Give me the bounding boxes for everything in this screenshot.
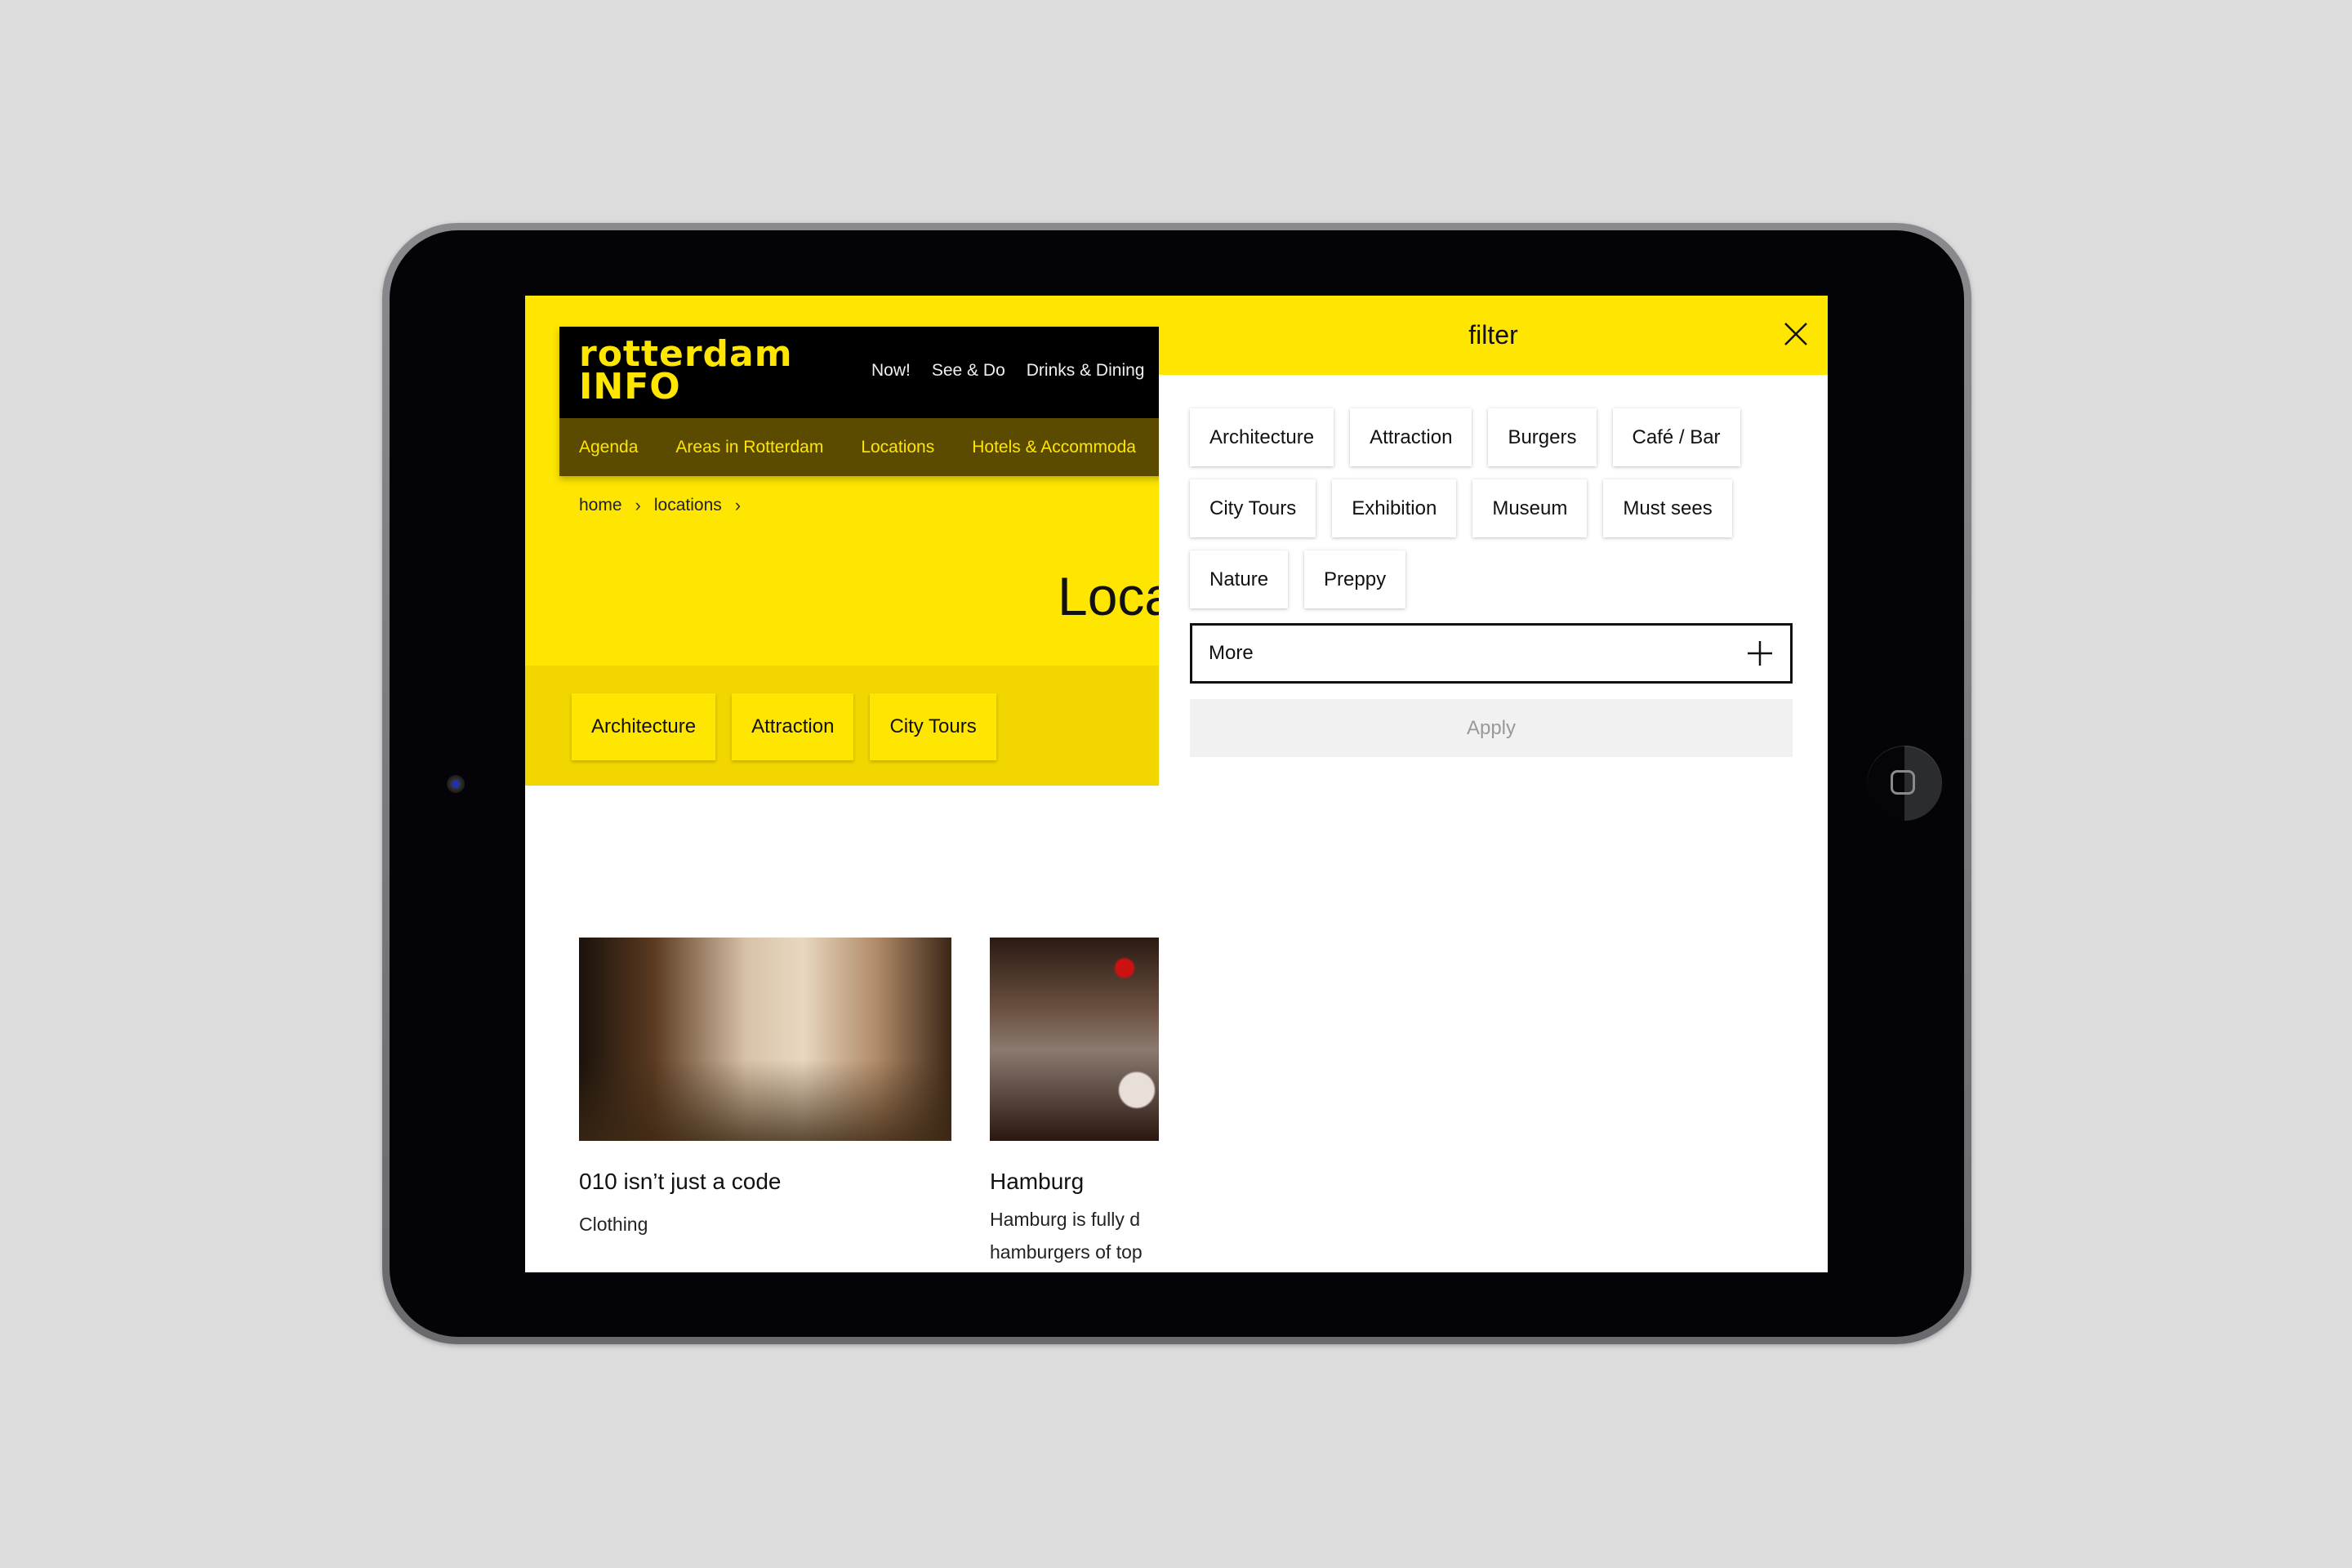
filter-chip-architecture[interactable]: Architecture [1190,408,1334,466]
burger-restaurant-photo[interactable] [990,938,1159,1141]
more-label: More [1209,642,1254,664]
location-card[interactable]: 010 isn’t just a code Clothing [579,938,951,1241]
website: rotterdam INFO Now! See & Do Drinks & Di… [525,296,1159,1272]
filter-chip-attraction[interactable]: Attraction [1350,408,1472,466]
chevron-right-icon: › [635,495,641,515]
filter-chip-city-tours[interactable]: City Tours [1190,479,1316,537]
breadcrumb: home › locations › [579,495,741,516]
card-description-line: Hamburg is fully d [990,1209,1141,1230]
filter-chip-cafe-bar[interactable]: Café / Bar [1612,408,1740,466]
home-square-icon [1891,770,1915,795]
nav-drinks-dining[interactable]: Drinks & Dining [1027,361,1145,381]
home-button[interactable] [1867,746,1942,821]
category-chips: Architecture Attraction City Tours [572,693,996,760]
nav-now[interactable]: Now! [871,361,911,381]
page-title: Loca [1058,566,1159,626]
sub-nav: Agenda Areas in Rotterdam Locations Hote… [559,418,1159,476]
tablet-screen: rotterdam INFO Now! See & Do Drinks & Di… [525,296,1828,1272]
category-chip-attraction[interactable]: Attraction [732,693,854,760]
close-icon[interactable] [1782,320,1810,348]
filter-panel: filter Architecture Attraction Burgers C… [1159,296,1828,1272]
top-nav: Now! See & Do Drinks & Dining [871,361,1144,381]
site-logo[interactable]: rotterdam INFO [579,336,793,408]
plus-icon [1748,641,1772,666]
location-card[interactable]: Hamburg Hamburg is fully d hamburgers of… [990,938,1159,1268]
card-description-line: hamburgers of top [990,1241,1143,1263]
filter-chip-exhibition[interactable]: Exhibition [1332,479,1457,537]
chevron-right-icon: › [734,495,742,515]
logo-line-2: INFO [579,366,681,408]
filter-chip-list: Architecture Attraction Burgers Café / B… [1190,408,1811,608]
breadcrumb-locations[interactable]: locations [654,496,722,515]
filter-chip-burgers[interactable]: Burgers [1488,408,1597,466]
filter-chip-nature[interactable]: Nature [1190,550,1289,608]
nav-see-do[interactable]: See & Do [932,361,1005,381]
card-title[interactable]: 010 isn’t just a code [579,1169,951,1195]
breadcrumb-home[interactable]: home [579,496,622,515]
filter-chip-must-sees[interactable]: Must sees [1603,479,1732,537]
category-chip-architecture[interactable]: Architecture [572,693,716,760]
filter-chip-preppy[interactable]: Preppy [1304,550,1406,608]
camera-icon [447,775,465,793]
site-header: rotterdam INFO Now! See & Do Drinks & Di… [559,327,1159,476]
filter-header: filter [1159,296,1828,375]
category-chip-city-tours[interactable]: City Tours [870,693,996,760]
more-filters-button[interactable]: More [1190,623,1793,684]
subnav-hotels[interactable]: Hotels & Accommoda [972,438,1136,457]
card-description: Hamburg is fully d hamburgers of top [990,1203,1159,1268]
card-title[interactable]: Hamburg [990,1169,1159,1195]
filter-title: filter [1468,320,1518,350]
clothing-store-photo[interactable] [579,938,951,1141]
subnav-agenda[interactable]: Agenda [579,438,638,457]
filter-chip-museum[interactable]: Museum [1472,479,1588,537]
subnav-areas[interactable]: Areas in Rotterdam [675,438,823,457]
subnav-locations[interactable]: Locations [861,438,934,457]
apply-button[interactable]: Apply [1190,699,1793,757]
card-subtitle: Clothing [579,1214,648,1235]
